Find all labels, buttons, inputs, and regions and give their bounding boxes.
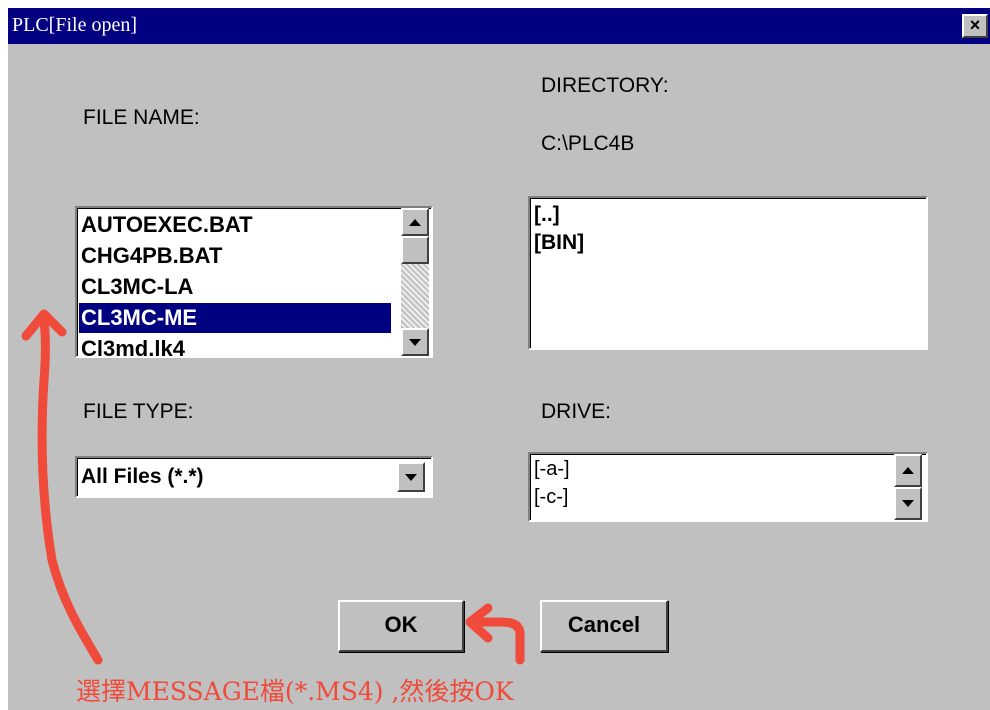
- file-list-item-selected[interactable]: CL3MC-ME: [79, 303, 391, 333]
- directory-path: C:\PLC4B: [541, 132, 635, 155]
- scroll-down-button[interactable]: [401, 328, 429, 356]
- drive-label: DRIVE:: [541, 400, 612, 423]
- directory-list[interactable]: [..] [BIN]: [528, 196, 928, 350]
- arrow-up-icon: [409, 218, 421, 226]
- arrow-down-icon: [409, 338, 421, 346]
- file-list-item[interactable]: Cl3md.lk4: [81, 334, 185, 356]
- file-type-value: All Files (*.*): [81, 465, 204, 488]
- directory-list-item[interactable]: [BIN]: [534, 230, 584, 256]
- drive-scroll-down-button[interactable]: [894, 487, 922, 520]
- ok-button[interactable]: OK: [338, 600, 464, 652]
- file-type-select[interactable]: All Files (*.*): [75, 456, 433, 498]
- drive-list[interactable]: [-a-] [-c-]: [528, 452, 928, 522]
- window-title: PLC[File open]: [12, 14, 137, 36]
- file-name-label: FILE NAME:: [83, 106, 200, 129]
- title-bar[interactable]: PLC[File open] ×: [8, 8, 990, 44]
- drive-list-item[interactable]: [-a-]: [534, 456, 570, 482]
- scroll-up-button[interactable]: [401, 208, 429, 236]
- chevron-down-icon: [405, 473, 417, 481]
- file-list-item[interactable]: AUTOEXEC.BAT: [81, 210, 253, 240]
- file-type-label: FILE TYPE:: [83, 400, 194, 423]
- file-list-item[interactable]: CHG4PB.BAT: [81, 241, 222, 271]
- directory-label: DIRECTORY:: [541, 74, 669, 97]
- close-button[interactable]: ×: [962, 14, 988, 38]
- arrow-up-icon: [902, 467, 914, 474]
- file-open-dialog: PLC[File open] × FILE NAME: DIRECTORY: C…: [8, 8, 990, 710]
- drive-list-item[interactable]: [-c-]: [534, 484, 568, 510]
- annotation-note: 選擇MESSAGE檔(*.MS4) ,然後按OK: [76, 677, 514, 706]
- file-list-item[interactable]: CL3MC-LA: [81, 272, 193, 302]
- directory-list-item[interactable]: [..]: [534, 202, 560, 228]
- file-type-dropdown-button[interactable]: [397, 462, 425, 492]
- drive-scroll-up-button[interactable]: [894, 454, 922, 487]
- arrow-down-icon: [902, 500, 914, 507]
- cancel-button[interactable]: Cancel: [540, 600, 668, 652]
- file-list[interactable]: AUTOEXEC.BAT CHG4PB.BAT CL3MC-LA CL3MC-M…: [75, 206, 433, 358]
- scroll-thumb[interactable]: [401, 236, 429, 264]
